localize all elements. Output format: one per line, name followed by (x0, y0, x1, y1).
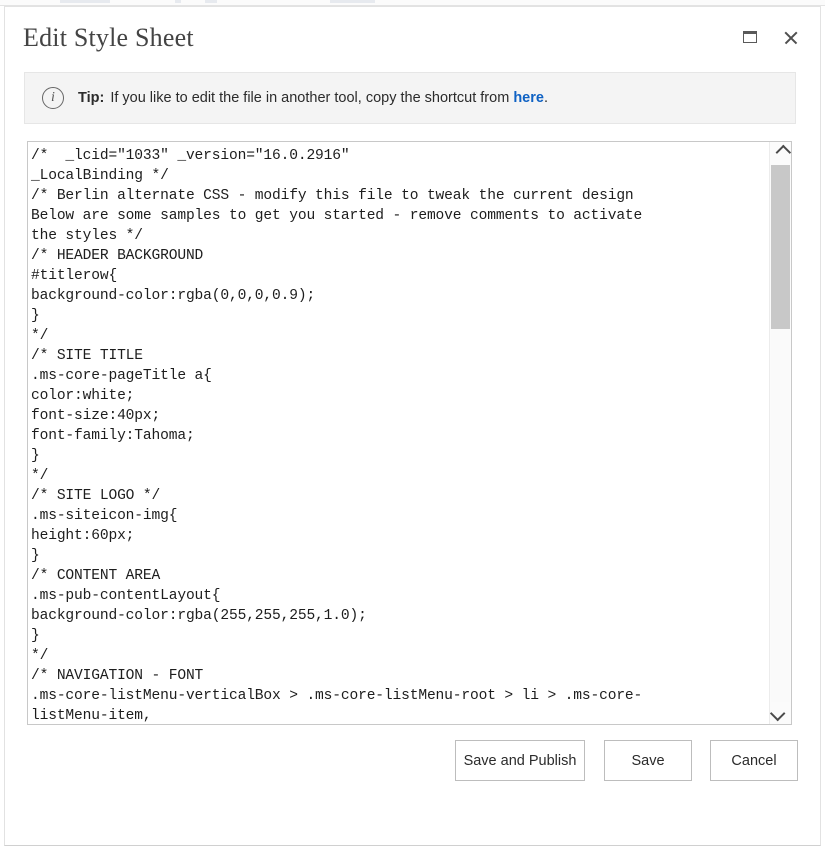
editor-scrollbar[interactable] (769, 142, 792, 724)
close-icon (783, 30, 798, 45)
tip-banner: i Tip: If you like to edit the file in an… (24, 72, 796, 124)
save-button[interactable]: Save (604, 740, 692, 781)
dialog-footer: Save and Publish Save Cancel (5, 740, 822, 790)
close-button[interactable] (776, 23, 804, 51)
tip-message-suffix: . (543, 90, 548, 106)
tip-here-link[interactable]: here (513, 90, 544, 106)
cancel-button[interactable]: Cancel (710, 740, 798, 781)
scrollbar-thumb[interactable] (771, 165, 790, 329)
screen: Edit Style Sheet i Tip: If you like to ed… (0, 0, 825, 854)
scrollbar-down-button[interactable] (769, 703, 791, 724)
edit-style-sheet-dialog: Edit Style Sheet i Tip: If you like to ed… (4, 6, 821, 846)
style-sheet-editor[interactable]: /* _lcid="1033" _version="16.0.2916" _Lo… (27, 141, 792, 725)
tip-message: If you like to edit the file in another … (110, 90, 510, 106)
maximize-icon (743, 31, 757, 43)
info-icon: i (42, 87, 64, 109)
dialog-header: Edit Style Sheet (5, 7, 820, 65)
scrollbar-track[interactable] (771, 329, 790, 702)
page-title: Edit Style Sheet (23, 23, 194, 52)
chevron-up-icon (775, 144, 792, 161)
scrollbar-up-button[interactable] (770, 142, 792, 163)
tip-label: Tip: (78, 90, 105, 106)
maximize-button[interactable] (736, 23, 764, 51)
tip-text: Tip: If you like to edit the file in anot… (78, 90, 548, 106)
chevron-down-icon (769, 705, 786, 722)
code-content[interactable]: /* _lcid="1033" _version="16.0.2916" _Lo… (31, 146, 767, 724)
save-and-publish-button[interactable]: Save and Publish (455, 740, 585, 781)
code-textarea[interactable]: /* _lcid="1033" _version="16.0.2916" _Lo… (28, 142, 769, 724)
